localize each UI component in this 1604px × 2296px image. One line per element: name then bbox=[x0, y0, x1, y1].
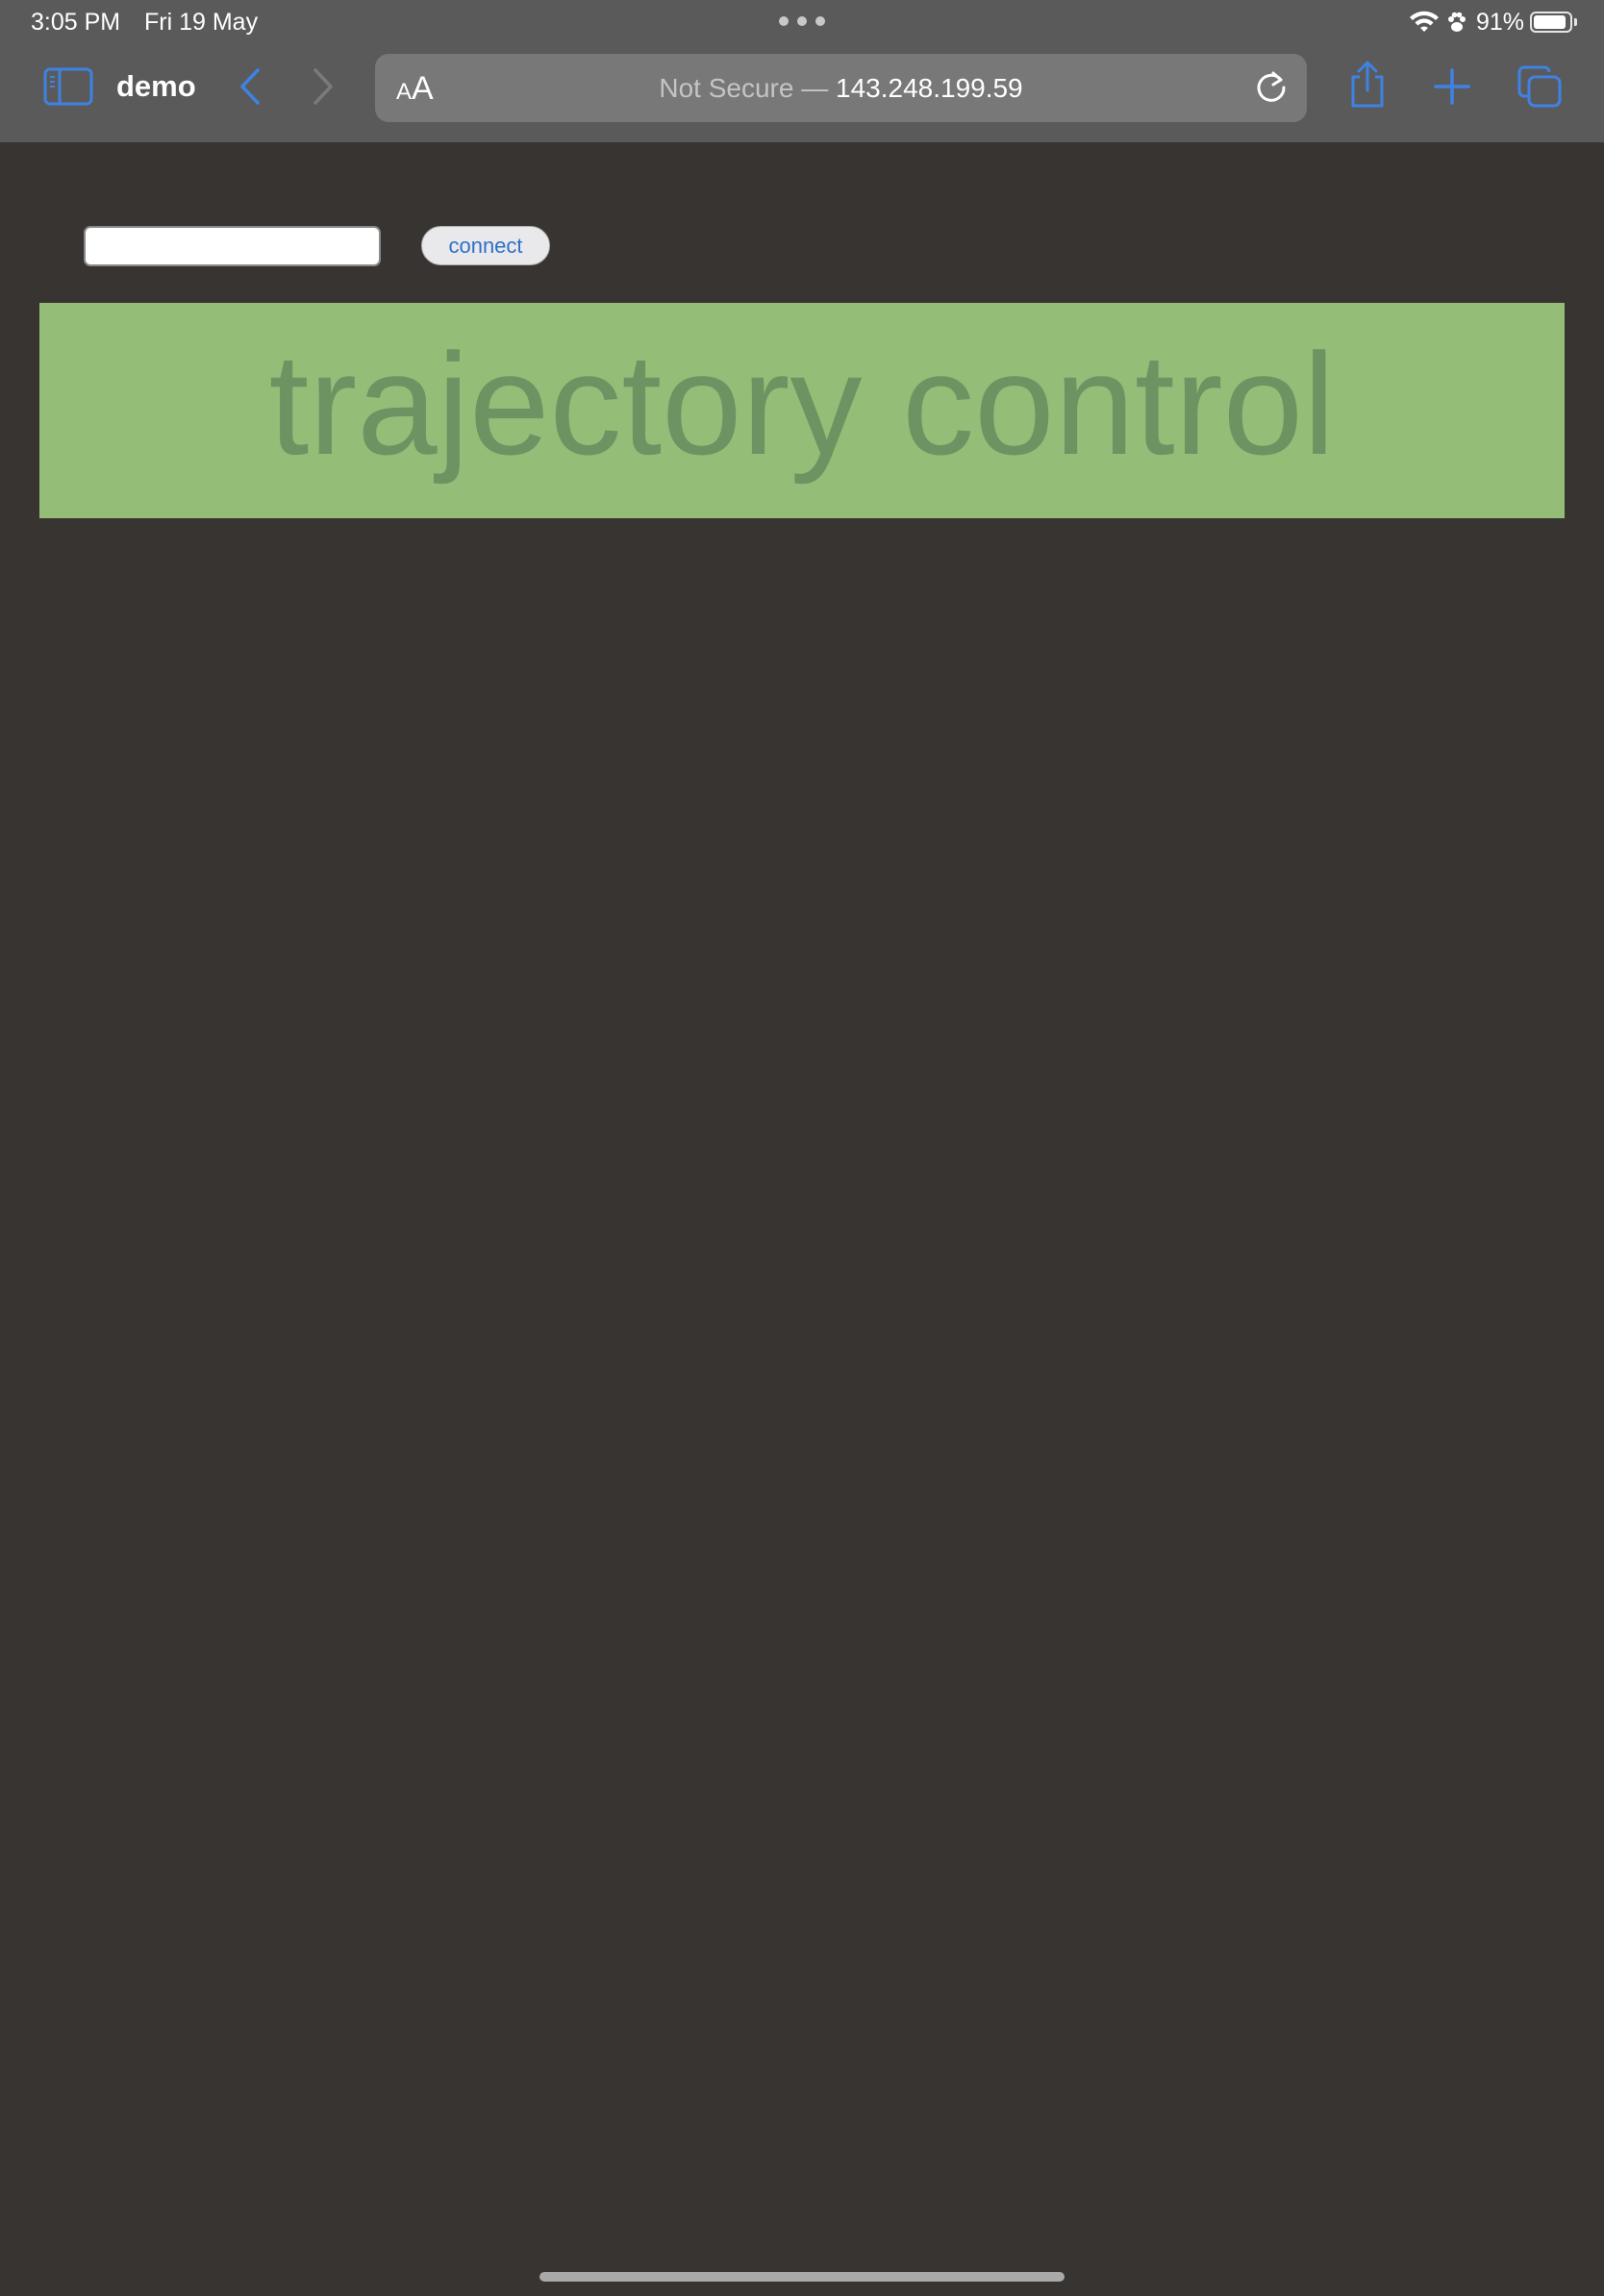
url-host: 143.248.199.59 bbox=[836, 73, 1023, 103]
status-date: Fri 19 May bbox=[144, 9, 259, 36]
sidebar-button[interactable] bbox=[42, 67, 94, 111]
tab-overview-icon bbox=[1516, 64, 1563, 113]
sidebar-icon bbox=[43, 67, 93, 111]
plus-icon bbox=[1433, 67, 1471, 111]
share-icon bbox=[1347, 60, 1388, 114]
chevron-left-icon bbox=[238, 67, 262, 111]
new-tab-button[interactable] bbox=[1431, 67, 1473, 110]
url-display[interactable]: Not Secure — 143.248.199.59 bbox=[375, 71, 1307, 106]
status-indicators: 91% bbox=[1409, 8, 1577, 37]
forward-button[interactable] bbox=[304, 67, 342, 110]
wifi-icon bbox=[1409, 11, 1440, 34]
battery-percent: 91% bbox=[1475, 9, 1524, 36]
battery-level-fill bbox=[1534, 15, 1566, 29]
paw-icon bbox=[1445, 11, 1468, 34]
page-title: trajectory control bbox=[268, 323, 1336, 485]
browser-chrome: 3:05 PM Fri 19 May 91% demo AA Not Secur… bbox=[0, 0, 1604, 142]
chevron-right-icon bbox=[312, 67, 335, 111]
tab-group-title[interactable]: demo bbox=[116, 69, 196, 104]
title-banner: trajectory control bbox=[39, 303, 1565, 518]
status-time: 3:05 PM bbox=[31, 9, 121, 36]
battery-tip bbox=[1574, 18, 1577, 26]
reload-icon bbox=[1253, 71, 1290, 110]
connect-button[interactable]: connect bbox=[421, 226, 550, 265]
multitasking-dots-icon[interactable] bbox=[779, 16, 825, 28]
share-button[interactable] bbox=[1346, 60, 1389, 114]
back-button[interactable] bbox=[231, 67, 269, 110]
address-bar[interactable]: AA Not Secure — 143.248.199.59 bbox=[375, 54, 1307, 122]
home-indicator[interactable] bbox=[539, 2272, 1065, 2282]
server-address-input[interactable] bbox=[84, 226, 381, 266]
reload-button[interactable] bbox=[1253, 69, 1290, 106]
battery-icon bbox=[1530, 12, 1572, 33]
security-label: Not Secure — bbox=[659, 73, 829, 103]
tab-overview-button[interactable] bbox=[1516, 65, 1564, 112]
